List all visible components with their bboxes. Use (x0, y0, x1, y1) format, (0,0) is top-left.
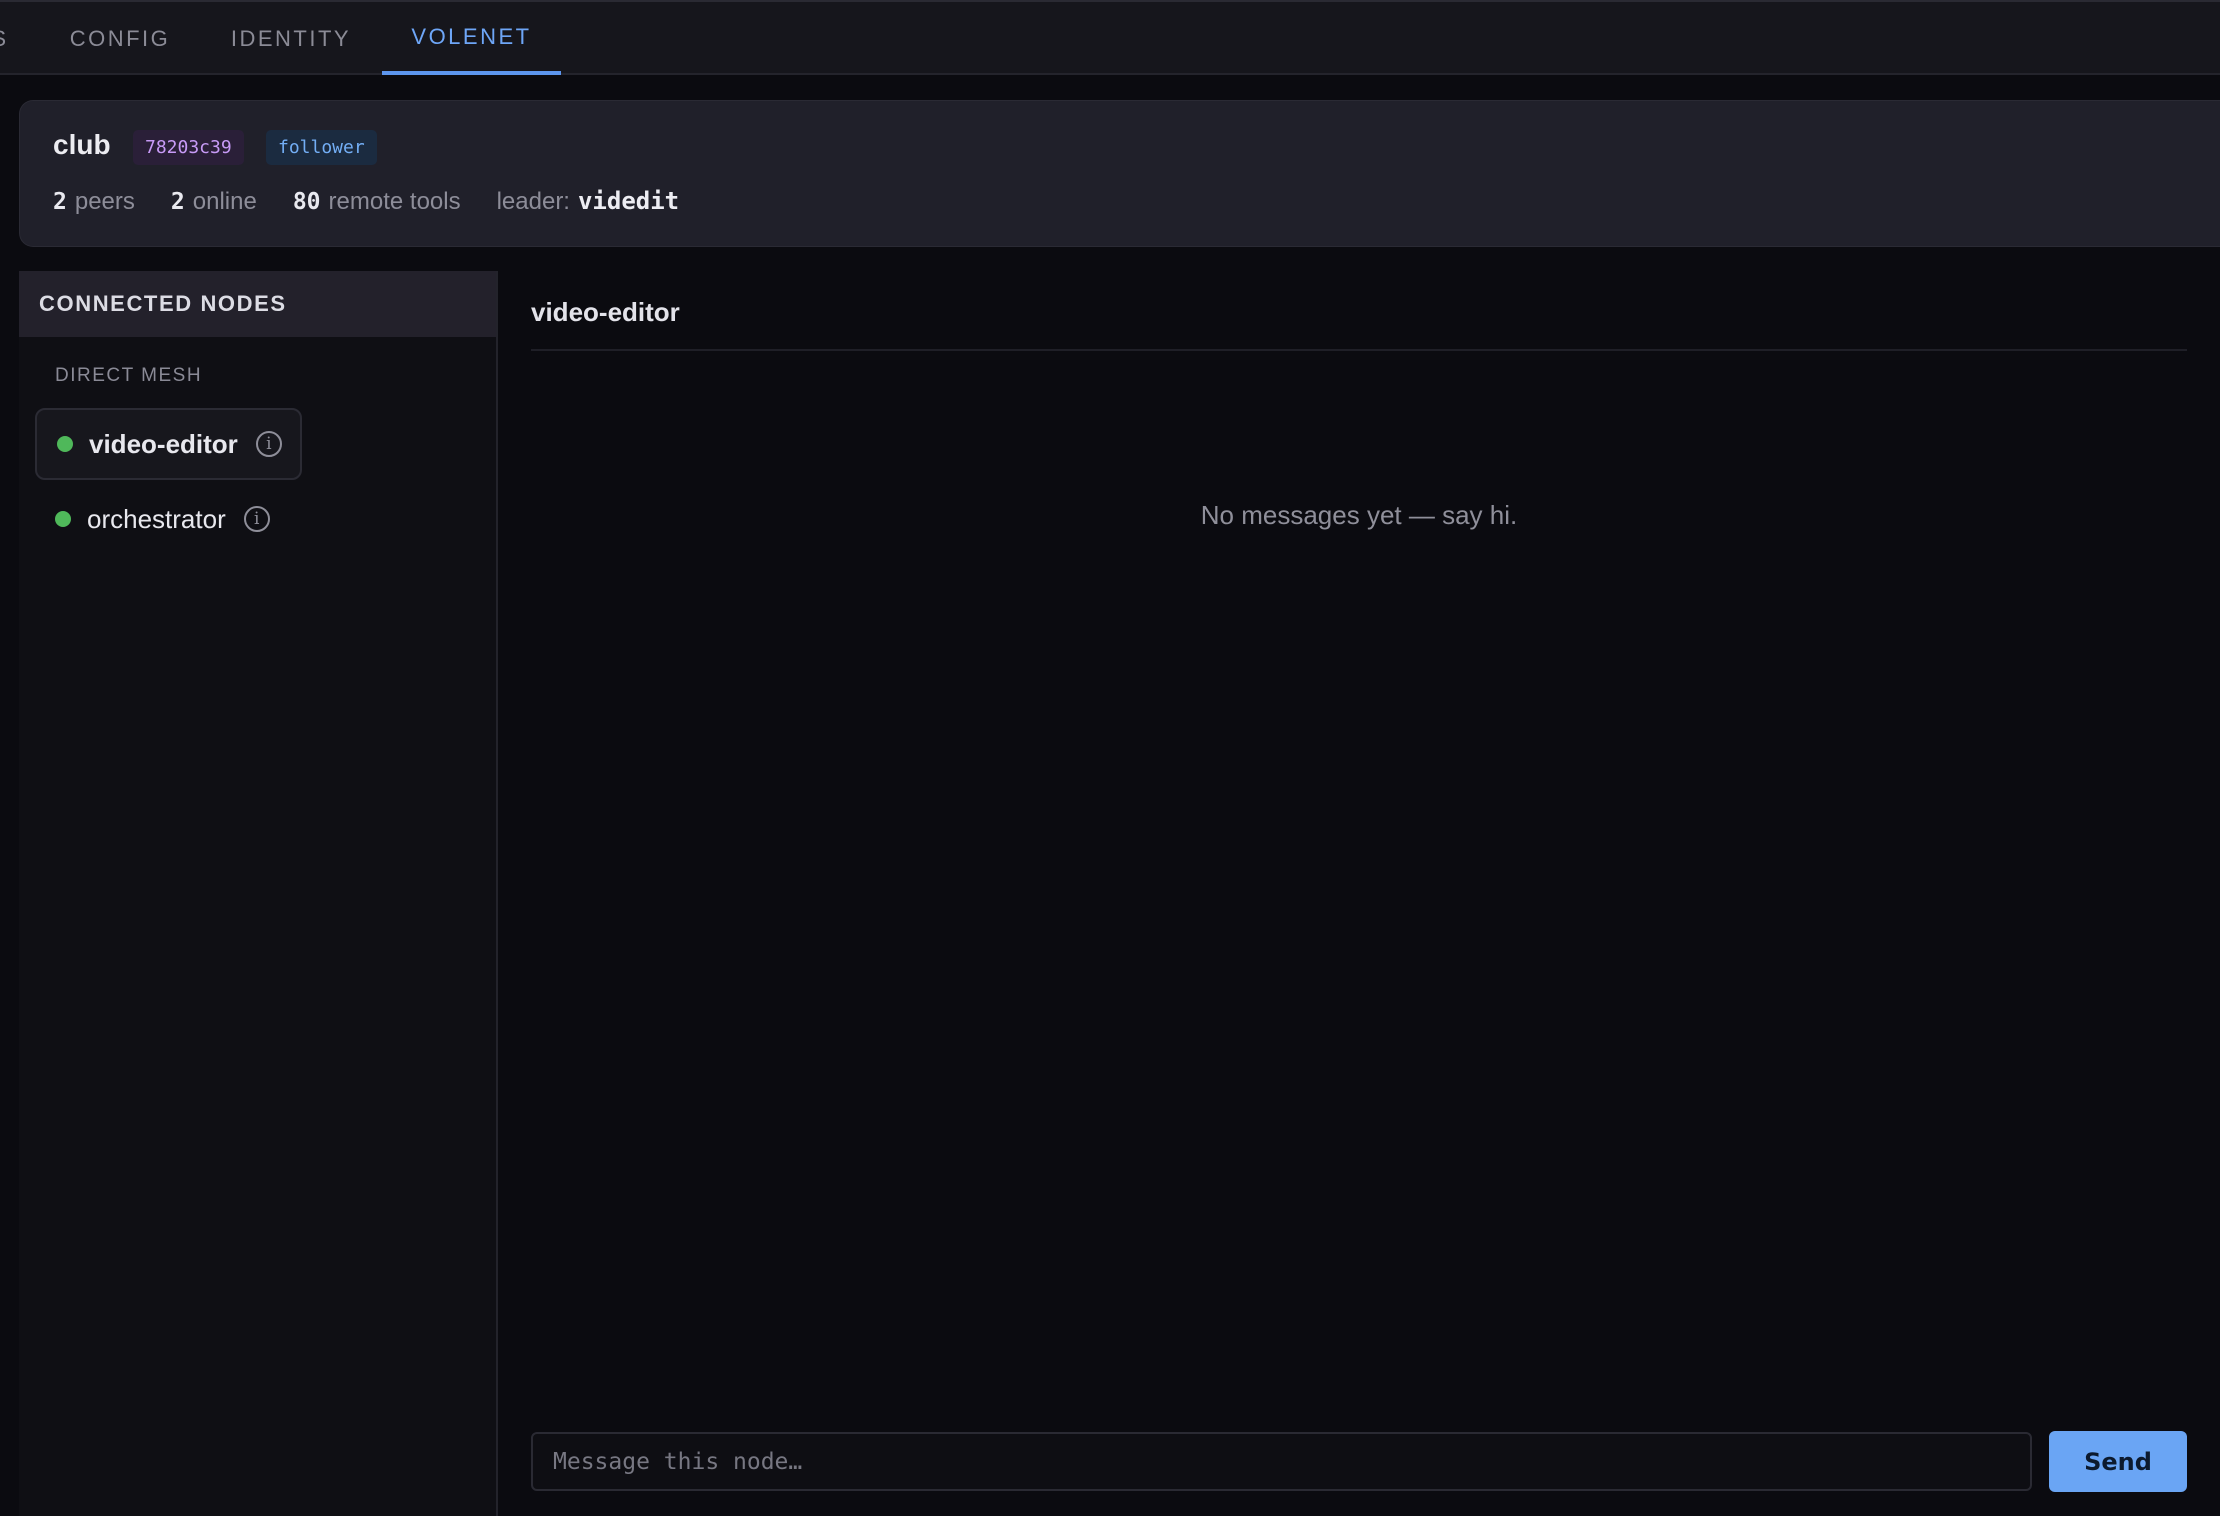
online-label: online (192, 188, 257, 215)
club-name: club (53, 129, 111, 160)
send-button[interactable]: Send (2049, 1431, 2187, 1492)
club-stats: 2 peers 2 online 80 remote tools leader:… (53, 187, 715, 216)
tab-volenet[interactable]: VOLENET (382, 2, 561, 75)
remote-tools-count: 80 (292, 189, 321, 215)
chat-title: video-editor (531, 297, 680, 327)
leader-value: videdit (577, 187, 680, 215)
remote-tools-label: remote tools (328, 188, 461, 215)
message-input[interactable] (531, 1432, 2032, 1491)
tab-partial[interactable]: S (0, 2, 16, 75)
online-stat: 2 online (171, 188, 257, 216)
remote-tools-stat: 80 remote tools (293, 188, 461, 216)
tab-config[interactable]: CONFIG (49, 2, 191, 75)
chat-divider (531, 349, 2187, 351)
volenet-page: S CONFIG IDENTITY VOLENET club 78203c39 … (0, 0, 2220, 1516)
sidebar-title: CONNECTED NODES (19, 271, 496, 337)
node-item-orchestrator[interactable]: orchestrator i (35, 483, 288, 555)
peers-count: 2 (53, 189, 67, 215)
club-summary-card: club 78203c39 follower 2 peers 2 online … (19, 100, 2220, 247)
leader-stat: leader: videdit (497, 187, 680, 216)
tab-identity[interactable]: IDENTITY (212, 2, 370, 75)
online-status-dot (55, 511, 71, 527)
role-badge: follower (266, 130, 377, 165)
connected-nodes-sidebar: CONNECTED NODES DIRECT MESH video-editor… (19, 271, 498, 1516)
top-tab-bar: S CONFIG IDENTITY VOLENET (0, 0, 2220, 75)
leader-label: leader: (496, 188, 570, 215)
peers-stat: 2 peers (53, 188, 135, 216)
direct-mesh-label: DIRECT MESH (55, 365, 203, 386)
peers-label: peers (74, 188, 135, 215)
info-icon[interactable]: i (255, 431, 282, 457)
node-label: video-editor (89, 428, 238, 459)
club-id-badge: 78203c39 (133, 130, 244, 165)
online-status-dot (57, 436, 73, 452)
online-count: 2 (170, 189, 185, 215)
info-icon[interactable]: i (243, 506, 270, 532)
node-item-video-editor[interactable]: video-editor i (35, 408, 302, 480)
node-label: orchestrator (87, 503, 226, 534)
empty-messages-text: No messages yet — say hi. (1200, 500, 1518, 530)
